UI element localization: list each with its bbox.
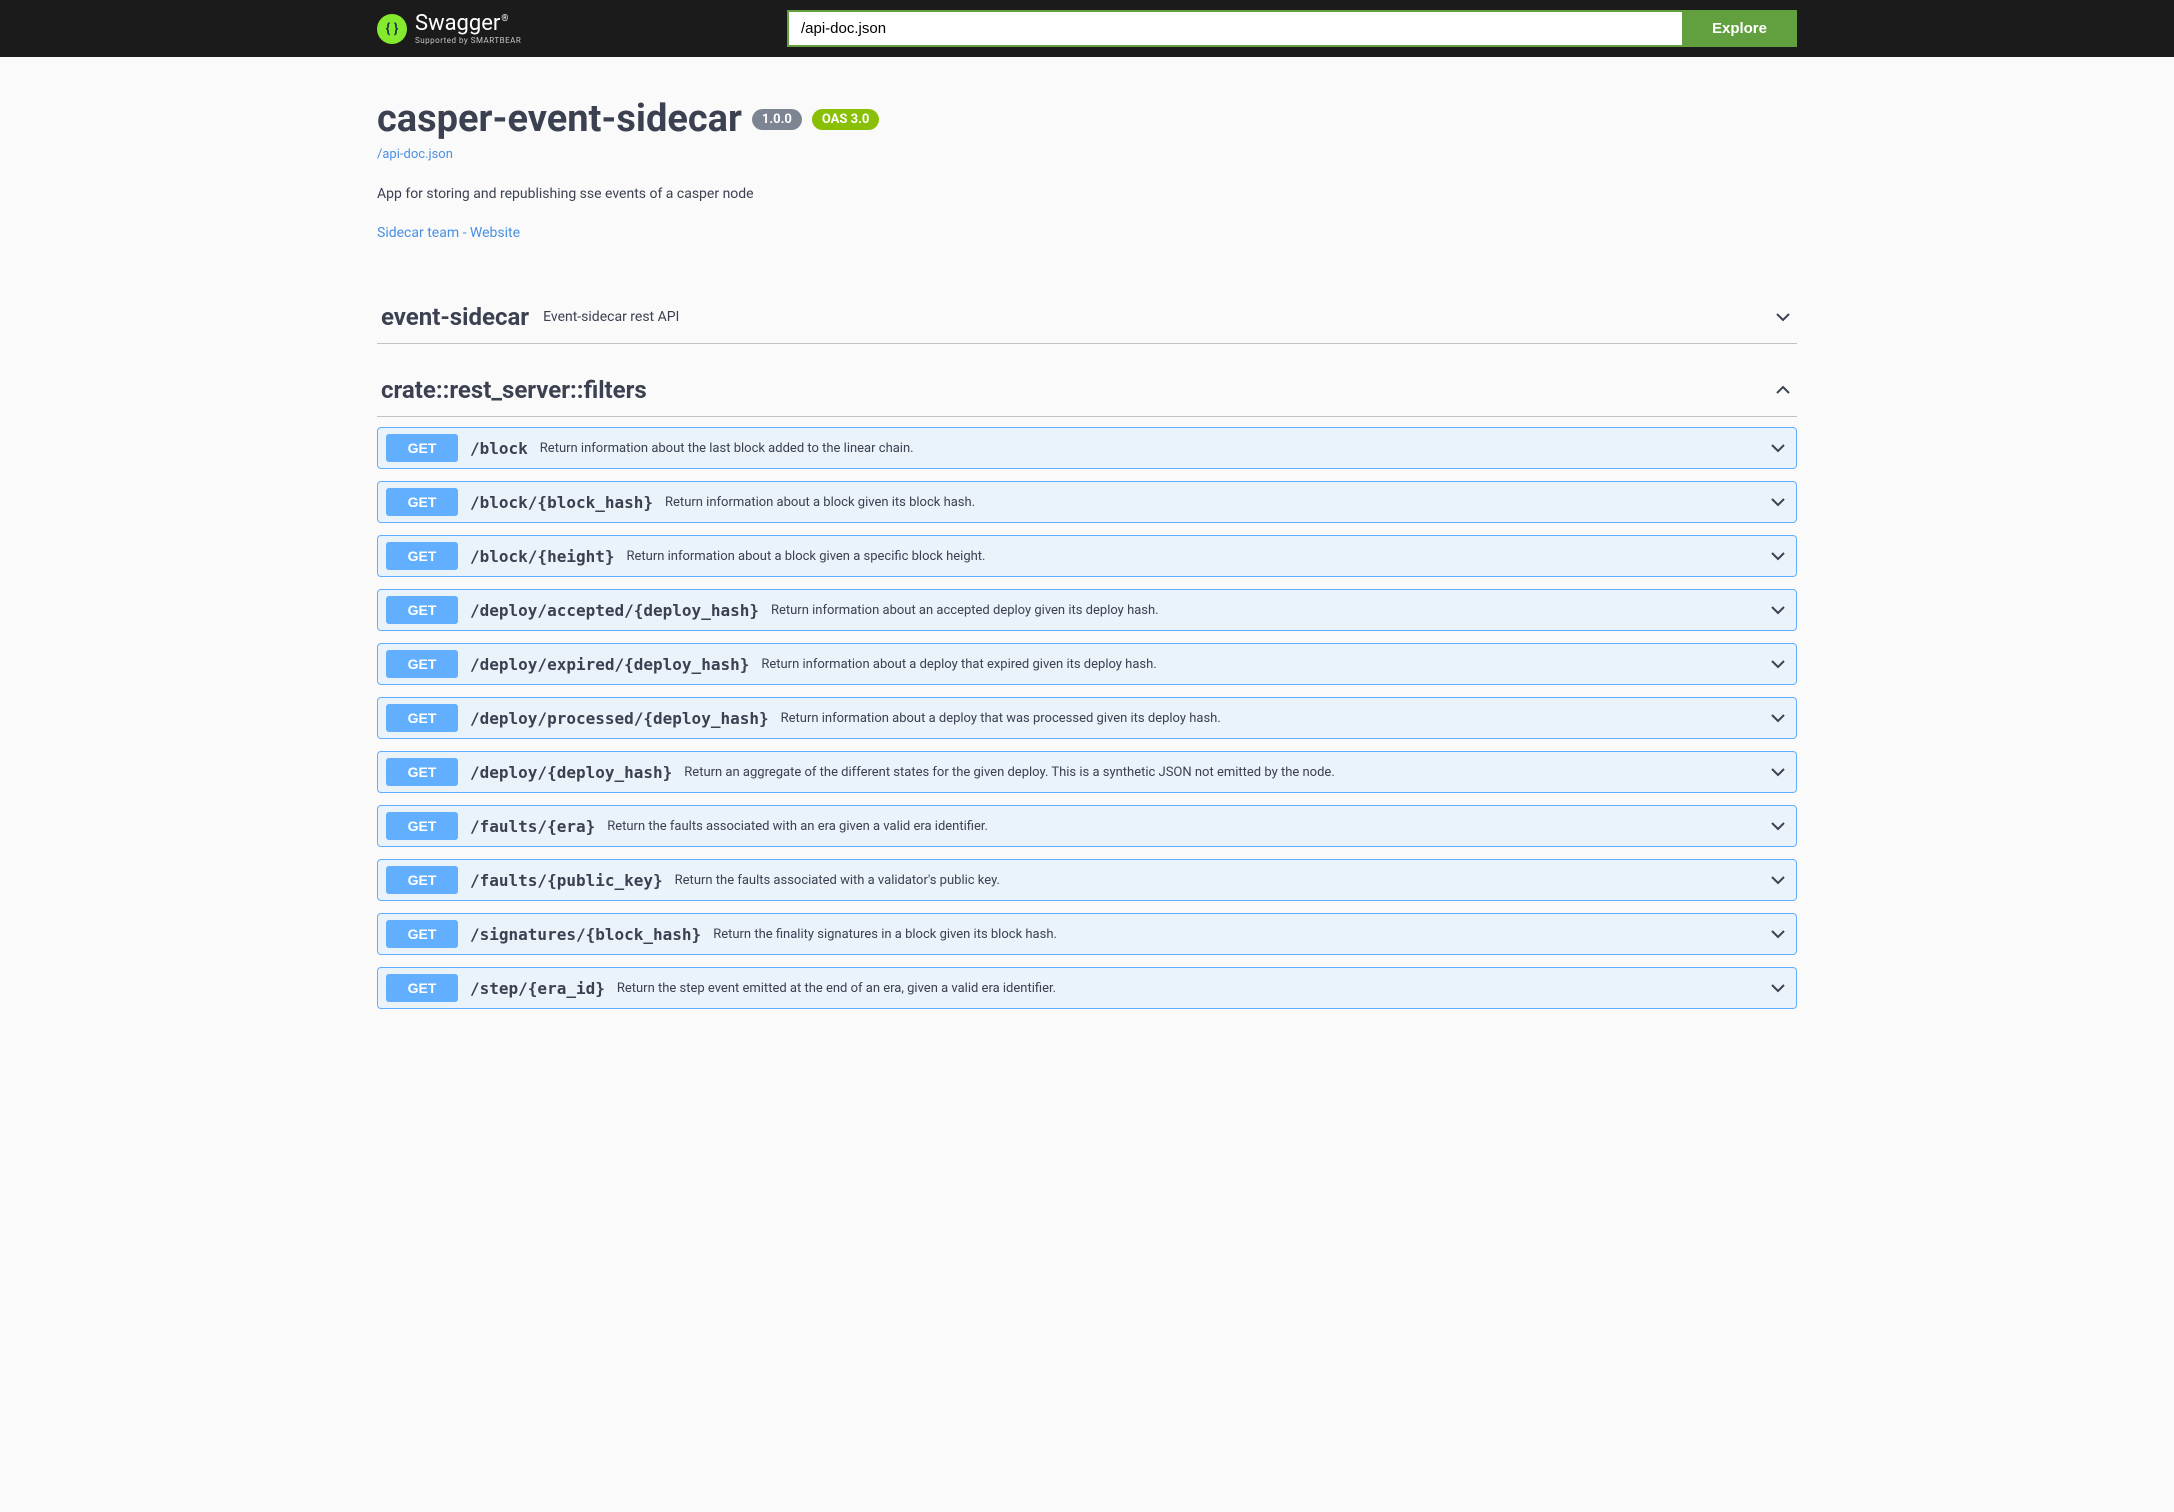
operation-path: /step/{era_id} xyxy=(470,979,605,998)
operation-block: GET/deploy/accepted/{deploy_hash} Return … xyxy=(377,589,1797,631)
chevron-down-icon xyxy=(1768,762,1788,782)
tag-name: event-sidecar xyxy=(381,303,529,331)
operation-path: /deploy/{deploy_hash} xyxy=(470,763,672,782)
version-badge: 1.0.0 xyxy=(752,109,802,130)
operation-block: GET/signatures/{block_hash} Return the fi… xyxy=(377,913,1797,955)
operation-block: GET/deploy/{deploy_hash} Return an aggreg… xyxy=(377,751,1797,793)
operation-summary[interactable]: GET/faults/{era} Return the faults associ… xyxy=(378,806,1796,846)
operation-block: GET/block/{block_hash} Return information… xyxy=(377,481,1797,523)
http-method-badge: GET xyxy=(386,488,458,516)
http-method-badge: GET xyxy=(386,596,458,624)
http-method-badge: GET xyxy=(386,974,458,1002)
chevron-down-icon xyxy=(1768,546,1788,566)
chevron-down-icon xyxy=(1773,307,1793,327)
operation-path: /deploy/accepted/{deploy_hash} xyxy=(470,601,759,620)
logo-subtext: Supported by SMARTBEAR xyxy=(415,37,521,45)
operation-description: Return information about a deploy that w… xyxy=(781,711,1221,726)
chevron-down-icon xyxy=(1768,492,1788,512)
operation-description: Return the faults associated with an era… xyxy=(607,819,988,834)
operation-summary[interactable]: GET/deploy/expired/{deploy_hash} Return i… xyxy=(378,644,1796,684)
operation-block: GET/block Return information about the la… xyxy=(377,427,1797,469)
operation-description: Return information about a deploy that e… xyxy=(761,657,1156,672)
operation-path: /block xyxy=(470,439,528,458)
operation-summary[interactable]: GET/block/{height} Return information abo… xyxy=(378,536,1796,576)
tag-section: crate::rest_server::filtersGET/blockRetu… xyxy=(377,364,1797,1009)
spec-url-form: Explore xyxy=(787,10,1797,47)
tag-name: crate::rest_server::filters xyxy=(381,376,647,404)
http-method-badge: GET xyxy=(386,704,458,732)
operation-summary[interactable]: GET/deploy/processed/{deploy_hash} Return… xyxy=(378,698,1796,738)
operation-block: GET/block/{height} Return information abo… xyxy=(377,535,1797,577)
chevron-down-icon xyxy=(1768,600,1788,620)
tag-section: event-sidecar Event-sidecar rest API xyxy=(377,291,1797,344)
http-method-badge: GET xyxy=(386,434,458,462)
operation-path: /signatures/{block_hash} xyxy=(470,925,701,944)
operation-summary[interactable]: GET/block/{block_hash} Return information… xyxy=(378,482,1796,522)
contact-link[interactable]: Sidecar team - Website xyxy=(377,225,520,241)
explore-button[interactable]: Explore xyxy=(1682,10,1797,47)
operation-block: GET/deploy/expired/{deploy_hash} Return i… xyxy=(377,643,1797,685)
operation-path: /block/{block_hash} xyxy=(470,493,653,512)
swagger-logo-icon: { } xyxy=(377,14,407,44)
chevron-down-icon xyxy=(1768,654,1788,674)
tag-header[interactable]: crate::rest_server::filters xyxy=(377,364,1797,417)
spec-url-input[interactable] xyxy=(787,10,1682,47)
tag-description: Event-sidecar rest API xyxy=(543,309,679,325)
logo-text: Swagger® xyxy=(415,13,521,35)
operation-description: Return an aggregate of the different sta… xyxy=(684,765,1334,780)
http-method-badge: GET xyxy=(386,812,458,840)
operation-path: /block/{height} xyxy=(470,547,615,566)
http-method-badge: GET xyxy=(386,542,458,570)
operation-path: /deploy/expired/{deploy_hash} xyxy=(470,655,749,674)
operation-description: Return information about an accepted dep… xyxy=(771,603,1159,618)
operation-description: Return the finality signatures in a bloc… xyxy=(713,927,1057,942)
operation-summary[interactable]: GET/step/{era_id} Return the step event e… xyxy=(378,968,1796,1008)
spec-url-link[interactable]: /api-doc.json xyxy=(377,147,453,162)
http-method-badge: GET xyxy=(386,650,458,678)
chevron-down-icon xyxy=(1768,870,1788,890)
operation-path: /faults/{public_key} xyxy=(470,871,663,890)
operation-block: GET/deploy/processed/{deploy_hash} Return… xyxy=(377,697,1797,739)
operation-description: Return the faults associated with a vali… xyxy=(675,873,1000,888)
topbar: { } Swagger® Supported by SMARTBEAR Expl… xyxy=(0,0,2174,57)
operation-block: GET/step/{era_id} Return the step event e… xyxy=(377,967,1797,1009)
operation-description: Return information about a block given i… xyxy=(665,495,975,510)
operation-summary[interactable]: GET/deploy/accepted/{deploy_hash} Return … xyxy=(378,590,1796,630)
http-method-badge: GET xyxy=(386,866,458,894)
api-info: casper-event-sidecar 1.0.0 OAS 3.0 /api-… xyxy=(377,57,1797,271)
chevron-down-icon xyxy=(1768,816,1788,836)
tag-header[interactable]: event-sidecar Event-sidecar rest API xyxy=(377,291,1797,344)
operations-list: GET/block Return information about the la… xyxy=(377,417,1797,1009)
http-method-badge: GET xyxy=(386,920,458,948)
operation-summary[interactable]: GET/block Return information about the la… xyxy=(378,428,1796,468)
operation-description: Return the step event emitted at the end… xyxy=(617,981,1056,996)
operation-path: /deploy/processed/{deploy_hash} xyxy=(470,709,769,728)
oas-badge: OAS 3.0 xyxy=(812,109,880,130)
chevron-down-icon xyxy=(1768,438,1788,458)
api-title: casper-event-sidecar xyxy=(377,97,742,141)
operation-description: Return information about a block given a… xyxy=(627,549,986,564)
chevron-down-icon xyxy=(1768,924,1788,944)
chevron-down-icon xyxy=(1768,978,1788,998)
operation-path: /faults/{era} xyxy=(470,817,595,836)
topbar-inner: { } Swagger® Supported by SMARTBEAR Expl… xyxy=(357,10,1817,47)
operation-block: GET/faults/{era} Return the faults associ… xyxy=(377,805,1797,847)
swagger-logo[interactable]: { } Swagger® Supported by SMARTBEAR xyxy=(377,13,521,45)
operation-block: GET/faults/{public_key} Return the faults… xyxy=(377,859,1797,901)
api-description: App for storing and republishing sse eve… xyxy=(377,186,1797,202)
chevron-up-icon xyxy=(1773,380,1793,400)
chevron-down-icon xyxy=(1768,708,1788,728)
operation-summary[interactable]: GET/deploy/{deploy_hash} Return an aggreg… xyxy=(378,752,1796,792)
http-method-badge: GET xyxy=(386,758,458,786)
operation-summary[interactable]: GET/signatures/{block_hash} Return the fi… xyxy=(378,914,1796,954)
operation-description: Return information about the last block … xyxy=(540,441,914,456)
operation-summary[interactable]: GET/faults/{public_key} Return the faults… xyxy=(378,860,1796,900)
